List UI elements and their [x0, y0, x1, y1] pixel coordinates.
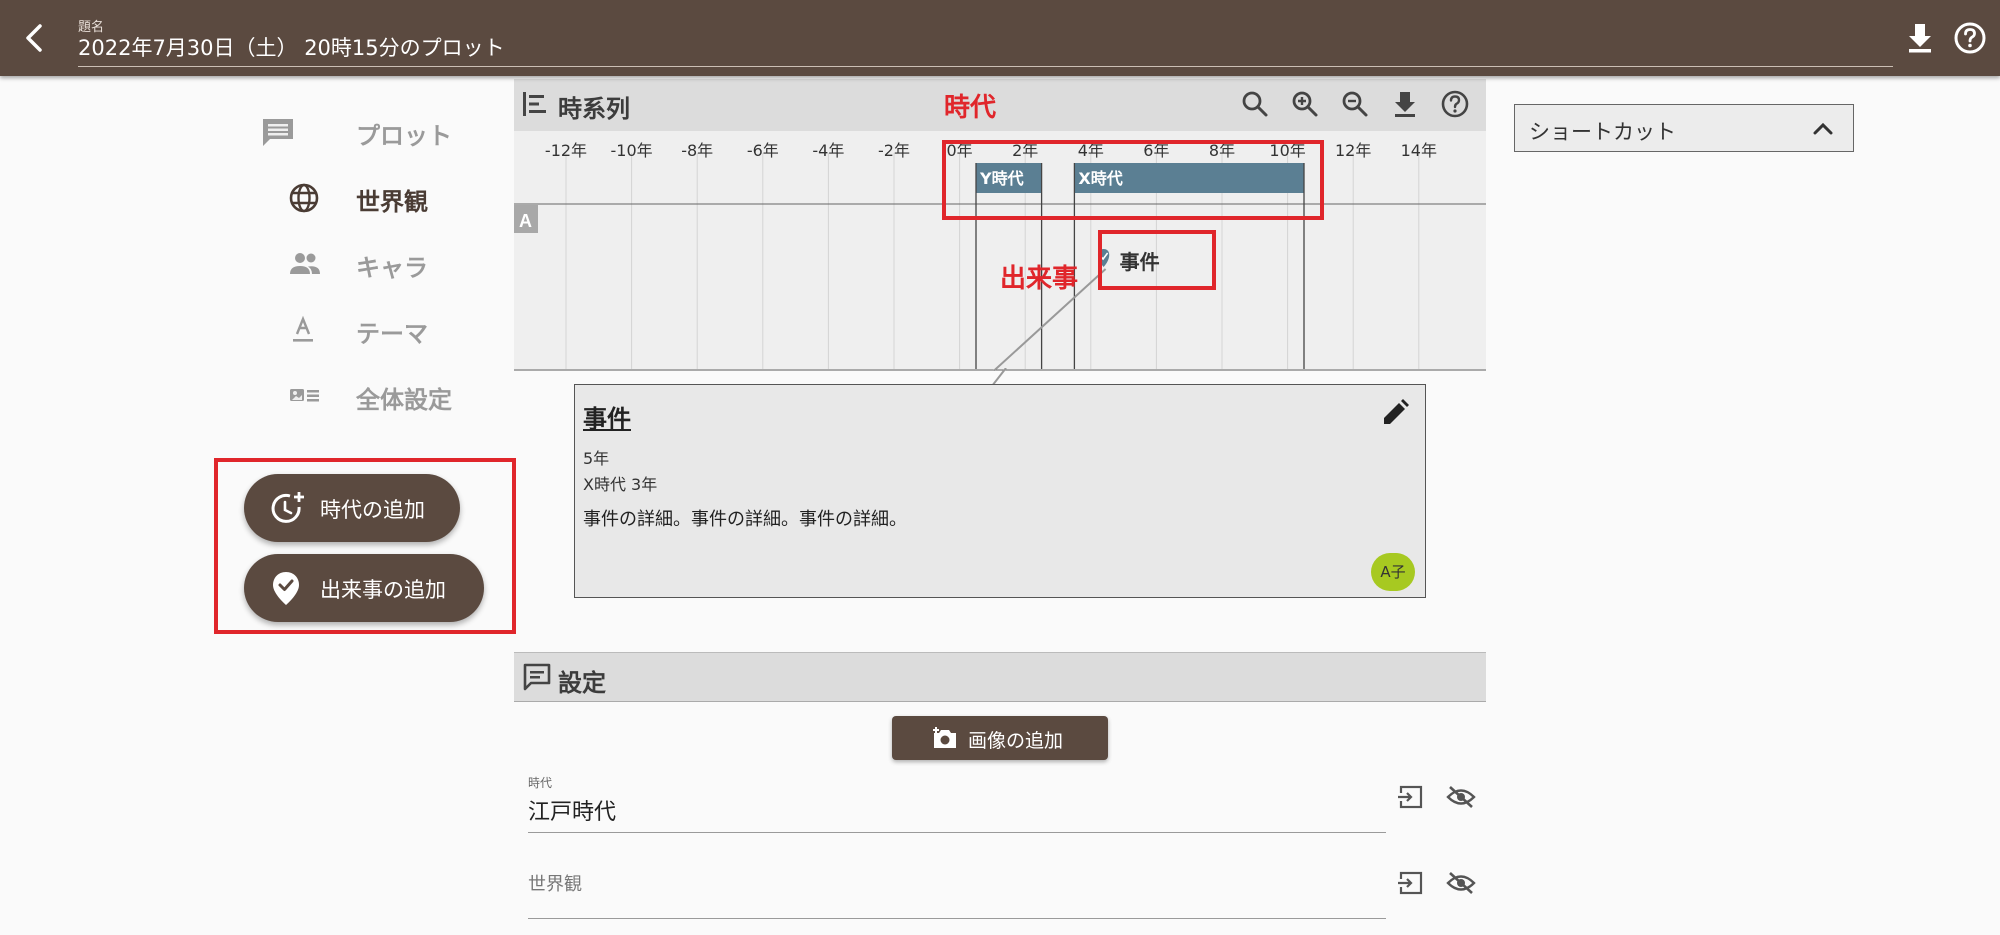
era-annotation: 時代: [944, 93, 997, 123]
edit-pencil-icon[interactable]: [1379, 397, 1411, 433]
add-photo-icon: [932, 726, 958, 754]
nav-item-world[interactable]: 世界観: [250, 172, 510, 222]
nav-item-plot[interactable]: プロット: [250, 106, 510, 156]
world-field-underline: [528, 918, 1386, 919]
shortcut-panel[interactable]: ショートカット: [1514, 104, 1854, 152]
timeline-tick-label: 14年: [1401, 141, 1437, 160]
era-field-input[interactable]: 江戸時代: [528, 794, 616, 826]
visibility-off-icon[interactable]: [1446, 870, 1476, 900]
lane-label: A: [519, 211, 532, 231]
back-arrow-icon[interactable]: [14, 18, 54, 58]
timeline-tick-label: -2年: [878, 141, 910, 160]
event-annotation: 出来事: [1000, 264, 1079, 294]
timeline-title: 時系列: [558, 95, 630, 123]
clock-plus-icon: [268, 490, 304, 526]
character-badge[interactable]: A子: [1371, 553, 1415, 591]
timeline-tick-label: -6年: [747, 141, 779, 160]
event-card-era: X時代 3年: [583, 475, 658, 494]
add-image-button[interactable]: 画像の追加: [892, 716, 1108, 760]
settings-header: 設定: [514, 652, 1486, 702]
text-format-icon: [288, 314, 324, 346]
comment-icon: [260, 116, 296, 148]
globe-icon: [288, 182, 324, 214]
search-icon[interactable]: [1240, 89, 1270, 123]
world-field-label: 世界観: [528, 874, 582, 895]
chevron-up-icon[interactable]: [1811, 119, 1835, 143]
timeline-tick-label: 12年: [1335, 141, 1371, 160]
zoom-in-icon[interactable]: [1290, 89, 1320, 123]
location-check-icon: [268, 570, 304, 606]
download-icon[interactable]: [1904, 20, 1936, 56]
timeline-header: 時系列 時代: [514, 79, 1486, 132]
visibility-off-icon[interactable]: [1446, 784, 1476, 814]
title-underline: [78, 66, 1893, 67]
title-input[interactable]: 2022年7月30日（土） 20時15分のプロット: [78, 32, 505, 62]
timeline-list-icon: [520, 89, 550, 123]
add-era-label: 時代の追加: [320, 498, 425, 522]
add-event-button[interactable]: 出来事の追加: [244, 554, 484, 622]
timeline-tick-label: -12年: [545, 141, 587, 160]
event-highlight-box: [1098, 230, 1216, 290]
nav-item-theme[interactable]: テーマ: [250, 304, 510, 354]
nav-item-label: キャラ: [356, 254, 428, 282]
settings-card-icon: [288, 380, 324, 412]
download-icon[interactable]: [1390, 89, 1420, 123]
nav-item-characters[interactable]: キャラ: [250, 238, 510, 288]
insert-icon[interactable]: [1396, 784, 1424, 814]
era-field-underline: [528, 832, 1386, 833]
nav-item-label: 世界観: [356, 188, 428, 216]
event-detail-card[interactable]: 事件 5年 X時代 3年 事件の詳細。事件の詳細。事件の詳細。 A子: [574, 384, 1426, 598]
nav-item-label: テーマ: [356, 320, 428, 348]
insert-icon[interactable]: [1396, 870, 1424, 900]
settings-title: 設定: [558, 669, 606, 697]
era-highlight-box: [942, 140, 1324, 220]
add-image-label: 画像の追加: [968, 730, 1064, 752]
zoom-out-icon[interactable]: [1340, 89, 1370, 123]
add-event-label: 出来事の追加: [320, 578, 446, 602]
add-era-button[interactable]: 時代の追加: [244, 474, 460, 542]
shortcut-label: ショートカット: [1529, 120, 1676, 144]
nav-item-general-settings[interactable]: 全体設定: [250, 370, 510, 420]
era-field-label: 時代: [528, 776, 553, 790]
nav-item-label: 全体設定: [356, 386, 452, 414]
timeline-tick-label: -4年: [812, 141, 844, 160]
people-icon: [288, 248, 324, 280]
event-card-year: 5年: [583, 449, 610, 468]
timeline-tick-label: -8年: [681, 141, 713, 160]
comment-icon: [522, 662, 552, 696]
event-card-detail: 事件の詳細。事件の詳細。事件の詳細。: [583, 509, 907, 530]
help-icon[interactable]: [1952, 20, 1988, 56]
nav-item-label: プロット: [356, 122, 452, 150]
event-card-title: 事件: [583, 405, 631, 433]
top-app-bar: 題名 2022年7月30日（土） 20時15分のプロット: [0, 0, 2000, 76]
help-icon[interactable]: [1440, 89, 1470, 123]
timeline-tick-label: -10年: [611, 141, 653, 160]
